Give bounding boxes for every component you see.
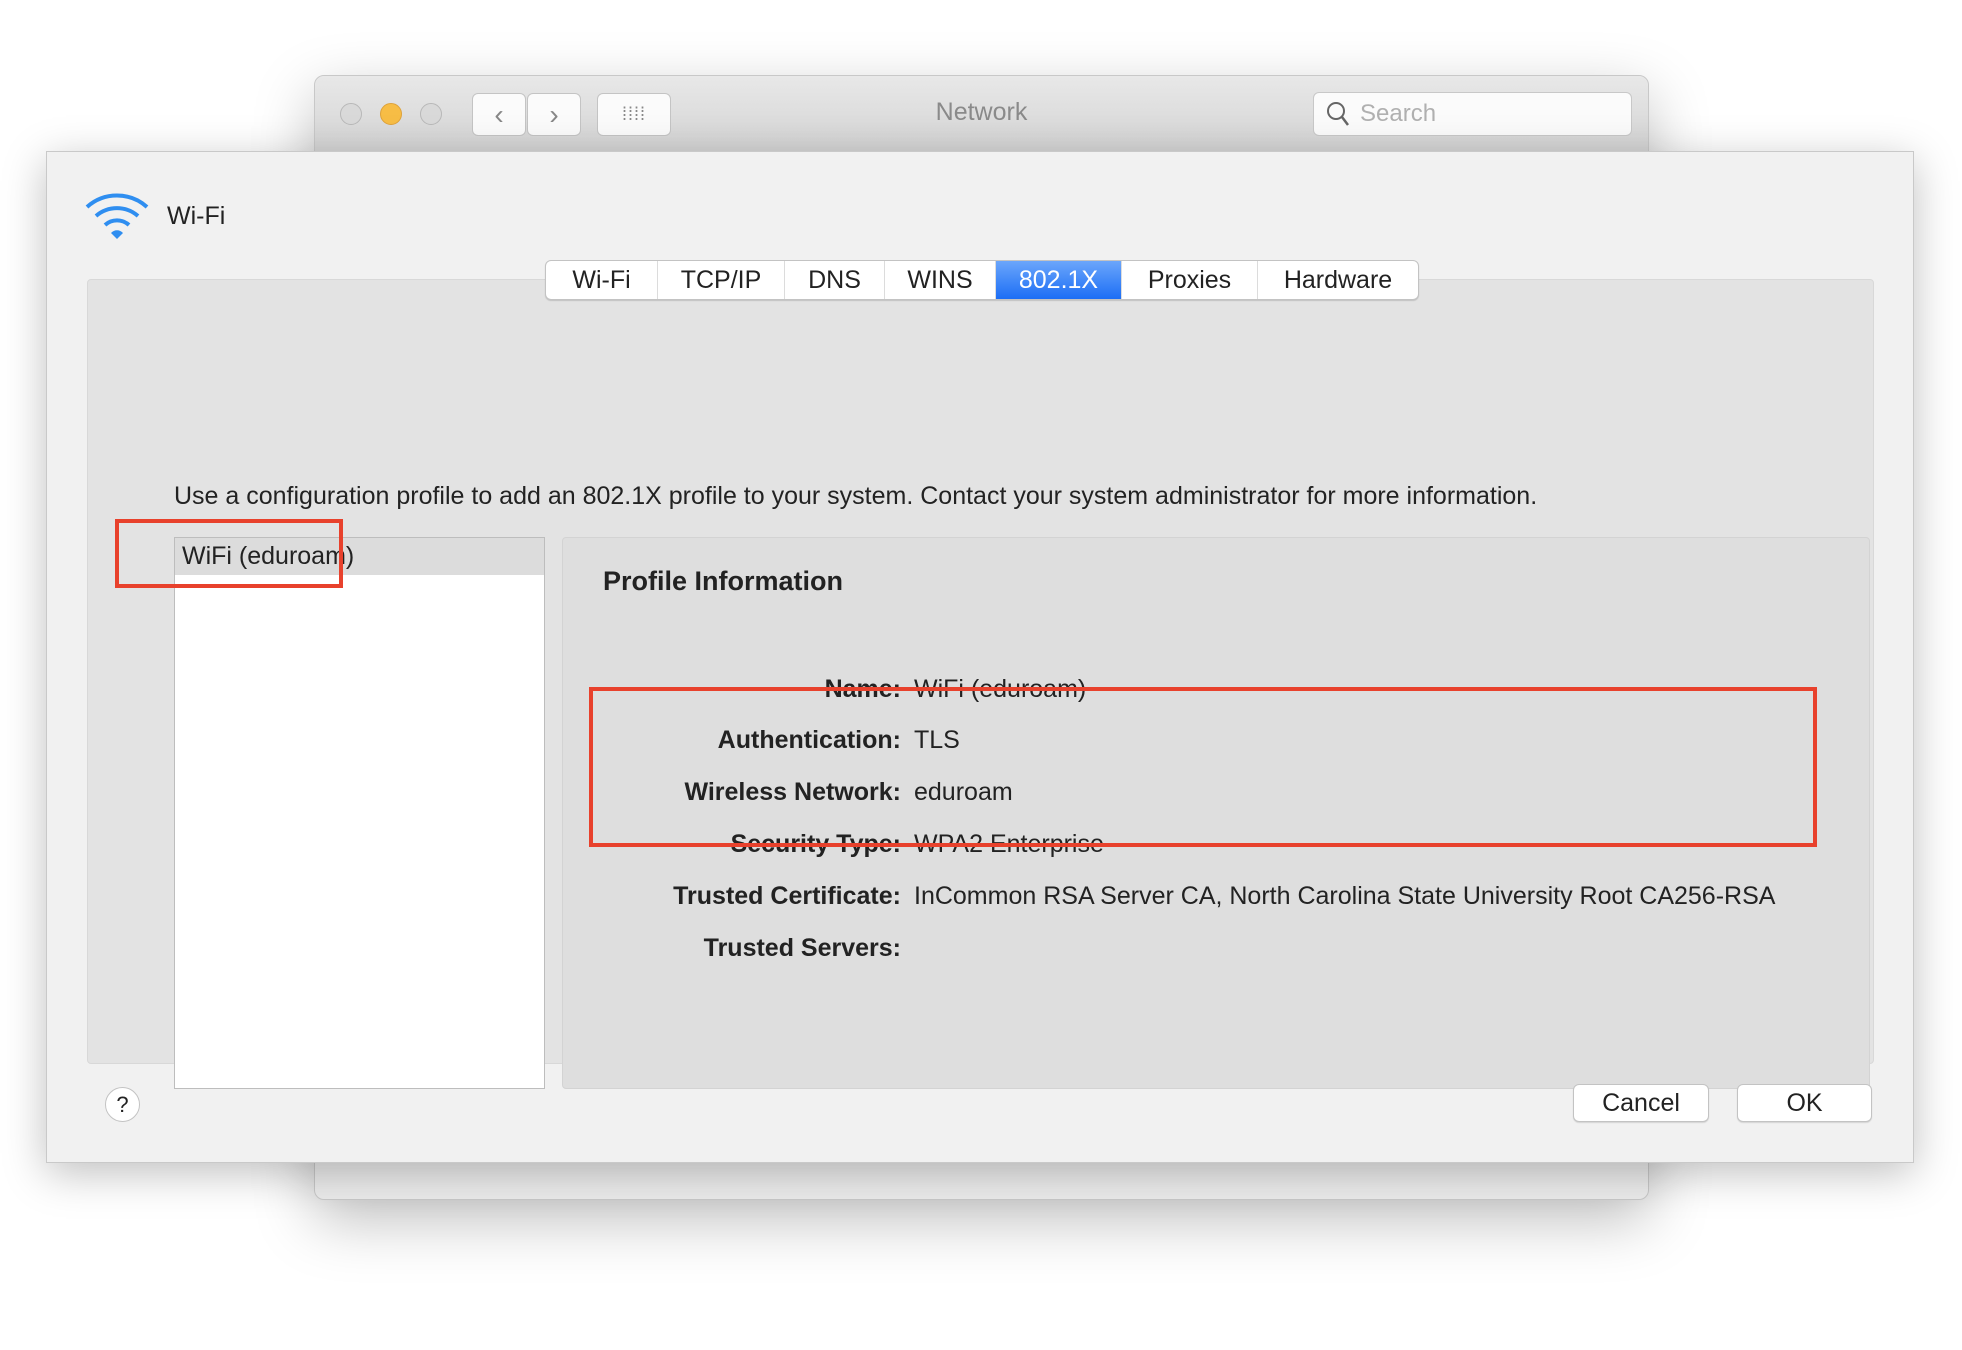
- tab-hardware[interactable]: Hardware: [1258, 261, 1418, 299]
- wifi-settings-sheet: Wi-Fi Use a configuration profile to add…: [46, 151, 1914, 1163]
- info-value: InCommon RSA Server CA, North Carolina S…: [914, 882, 1776, 910]
- tab-tcpip[interactable]: TCP/IP: [658, 261, 785, 299]
- tab-bar: Wi-Fi TCP/IP DNS WINS 802.1X Proxies Har…: [545, 260, 1419, 300]
- title-bar: ‹ › ⁞⁞⁞⁞ Network Search: [315, 76, 1648, 152]
- profile-info-title: Profile Information: [603, 566, 844, 596]
- search-field[interactable]: Search: [1313, 92, 1632, 136]
- wifi-icon: [85, 193, 149, 239]
- tab-dns[interactable]: DNS: [785, 261, 885, 299]
- tab-8021x[interactable]: 802.1X: [996, 261, 1122, 299]
- description-text: Use a configuration profile to add an 80…: [174, 482, 1538, 510]
- tab-wifi[interactable]: Wi-Fi: [546, 261, 658, 299]
- profile-list[interactable]: WiFi (eduroam): [174, 537, 545, 1089]
- cancel-button[interactable]: Cancel: [1573, 1084, 1709, 1122]
- service-name: Wi-Fi: [167, 202, 226, 230]
- ok-button[interactable]: OK: [1737, 1084, 1872, 1122]
- info-row-trusted-servers: Trusted Servers:: [563, 934, 1863, 974]
- highlight-box: [589, 687, 1817, 847]
- search-placeholder: Search: [1360, 100, 1437, 127]
- settings-panel: Use a configuration profile to add an 80…: [87, 279, 1874, 1089]
- info-key: Trusted Servers:: [703, 934, 901, 962]
- help-button[interactable]: ?: [105, 1087, 140, 1122]
- info-key: Trusted Certificate:: [673, 882, 901, 910]
- tab-proxies[interactable]: Proxies: [1122, 261, 1258, 299]
- search-icon: [1327, 102, 1349, 126]
- tab-wins[interactable]: WINS: [885, 261, 996, 299]
- highlight-box: [115, 519, 343, 588]
- info-row-trusted-certificate: Trusted Certificate: InCommon RSA Server …: [563, 882, 1863, 922]
